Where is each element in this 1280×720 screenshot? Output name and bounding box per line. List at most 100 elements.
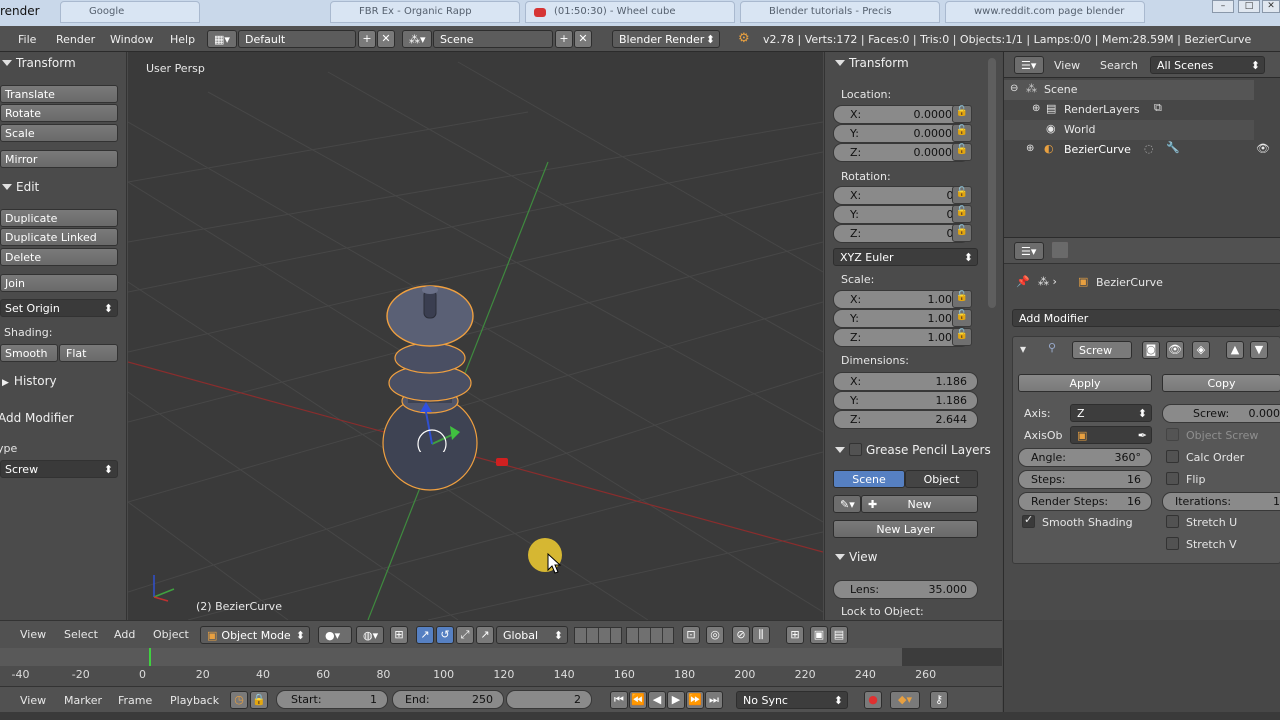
- stretch-u-checkbox[interactable]: [1166, 515, 1179, 528]
- lock-range-icon[interactable]: 🔒: [250, 691, 268, 709]
- menu-help[interactable]: Help: [170, 33, 195, 46]
- menu-marker[interactable]: Marker: [64, 694, 102, 707]
- minimize-icon[interactable]: –: [1212, 0, 1234, 13]
- remove-layout-icon[interactable]: ✕: [377, 30, 395, 48]
- new-layer-button[interactable]: New Layer: [833, 520, 978, 538]
- join-button[interactable]: Join: [0, 274, 118, 292]
- dimensions-x-field[interactable]: X: 1.186: [833, 372, 978, 391]
- snap-toggle-icon[interactable]: ⊘: [732, 626, 750, 644]
- start-frame-field[interactable]: Start: 1: [276, 690, 388, 709]
- material-icon[interactable]: ◌: [1144, 142, 1154, 155]
- render-animation-icon[interactable]: ▣: [810, 626, 828, 644]
- object-screw-checkbox[interactable]: [1166, 428, 1179, 441]
- close-icon[interactable]: ✕: [1262, 0, 1280, 13]
- jump-start-icon[interactable]: ⏮: [610, 691, 628, 709]
- menu-window[interactable]: Window: [110, 33, 153, 46]
- physics-tab-icon[interactable]: [1052, 242, 1068, 258]
- lock-icon[interactable]: 🔓: [952, 105, 972, 123]
- outliner-row[interactable]: ◉ World: [1004, 120, 1254, 140]
- browser-tab[interactable]: Google: [60, 1, 200, 23]
- smooth-button[interactable]: Smooth: [0, 344, 58, 362]
- apply-button[interactable]: Apply: [1018, 374, 1152, 392]
- scale-x-field[interactable]: X: 1.000: [833, 290, 970, 309]
- rotation-y-field[interactable]: Y:0°: [833, 205, 970, 224]
- transform-orientation-icon[interactable]: ↗: [476, 626, 494, 644]
- outliner-row[interactable]: ⊕ ▤ RenderLayers ⧉: [1004, 100, 1254, 120]
- scale-manipulator-icon[interactable]: ⤢: [456, 626, 474, 644]
- move-up-icon[interactable]: ▲: [1226, 341, 1244, 359]
- pivot-point-select[interactable]: ◍▾: [356, 626, 384, 644]
- translate-manipulator-icon[interactable]: ↗: [416, 626, 434, 644]
- prev-keyframe-icon[interactable]: ⏪: [629, 691, 647, 709]
- eye-icon[interactable]: 👁: [1256, 142, 1270, 155]
- mirror-button[interactable]: Mirror: [0, 150, 118, 168]
- add-modifier-select[interactable]: Add Modifier: [1012, 309, 1280, 327]
- collapse-triangle-icon[interactable]: ▾: [1020, 342, 1026, 356]
- editmode-toggle-icon[interactable]: ◈: [1192, 341, 1210, 359]
- scale-button[interactable]: Scale: [0, 124, 118, 142]
- add-modifier-panel-header[interactable]: Add Modifier: [0, 411, 74, 425]
- keying-set-icon[interactable]: ◆▾: [890, 691, 920, 709]
- chess-pawn-object[interactable]: [360, 278, 500, 498]
- rotation-x-field[interactable]: X:0°: [833, 186, 970, 205]
- view-panel-header[interactable]: View: [833, 550, 877, 564]
- jump-end-icon[interactable]: ⏭: [705, 691, 723, 709]
- add-scene-icon[interactable]: +: [555, 30, 573, 48]
- transform-panel-header[interactable]: Transform: [833, 56, 909, 70]
- modifier-type-select[interactable]: Screw ⬍: [0, 460, 118, 478]
- menu-object[interactable]: Object: [153, 628, 189, 641]
- render-steps-field[interactable]: Render Steps: 16: [1018, 492, 1152, 511]
- menu-add[interactable]: Add: [114, 628, 135, 641]
- manipulator-toggle-icon[interactable]: ⊞: [390, 626, 408, 644]
- pin-icon[interactable]: 📌: [1016, 275, 1030, 288]
- menu-select[interactable]: Select: [64, 628, 98, 641]
- screw-offset-field[interactable]: Screw: 0.000: [1162, 404, 1280, 423]
- menu-search[interactable]: Search: [1100, 59, 1138, 72]
- location-y-field[interactable]: Y: 0.00000: [833, 124, 970, 143]
- lock-icon[interactable]: 🔓: [952, 124, 972, 142]
- browser-tab[interactable]: Blender tutorials - Precis: [740, 1, 940, 23]
- menu-view[interactable]: View: [20, 694, 46, 707]
- steps-field[interactable]: Steps: 16: [1018, 470, 1152, 489]
- current-frame-field[interactable]: 2: [506, 690, 592, 709]
- flip-checkbox[interactable]: [1166, 472, 1179, 485]
- editor-type-icon[interactable]: ☰▾: [1014, 56, 1044, 74]
- camera-icon[interactable]: ▤: [830, 626, 848, 644]
- lock-icon[interactable]: 🔓: [952, 328, 972, 346]
- panel-scrollbar[interactable]: [988, 58, 996, 308]
- remove-scene-icon[interactable]: ✕: [574, 30, 592, 48]
- mode-select[interactable]: ▣ Object Mode ⬍: [200, 626, 310, 644]
- translate-button[interactable]: Translate: [0, 85, 118, 103]
- viewport-toggle-icon[interactable]: 👁: [1166, 341, 1184, 359]
- display-mode-select[interactable]: All Scenes ⬍: [1150, 56, 1265, 74]
- menu-render[interactable]: Render: [56, 33, 95, 46]
- layout-type-icon[interactable]: ▦▾: [207, 30, 237, 48]
- dimensions-y-field[interactable]: Y: 1.186: [833, 391, 978, 410]
- grease-pencil-panel-header[interactable]: Grease Pencil Layers: [833, 441, 991, 457]
- transform-manipulator[interactable]: [408, 392, 528, 452]
- render-engine-select[interactable]: Blender Render ⬍: [612, 30, 720, 48]
- modifier-name-field[interactable]: Screw: [1072, 341, 1132, 359]
- rotation-z-field[interactable]: Z:0°: [833, 224, 970, 243]
- record-icon[interactable]: ●: [864, 691, 882, 709]
- calc-order-checkbox[interactable]: [1166, 450, 1179, 463]
- insert-keyframe-icon[interactable]: ⚷: [930, 691, 948, 709]
- outliner-row[interactable]: ⊖ ⁂ Scene: [1004, 80, 1254, 100]
- editor-type-icon[interactable]: ☰▾: [1014, 242, 1044, 260]
- transform-panel-header[interactable]: Transform: [0, 56, 76, 70]
- location-x-field[interactable]: X: 0.00000: [833, 105, 970, 124]
- history-panel-header[interactable]: ▶ History: [0, 374, 57, 388]
- menu-playback[interactable]: Playback: [170, 694, 219, 707]
- menu-file[interactable]: File: [18, 33, 36, 46]
- flat-button[interactable]: Flat: [59, 344, 118, 362]
- tab-object[interactable]: Object: [905, 470, 978, 488]
- sync-mode-select[interactable]: No Sync ⬍: [736, 691, 848, 709]
- dimensions-z-field[interactable]: Z: 2.644: [833, 410, 978, 429]
- lock-icon[interactable]: 🔓: [952, 143, 972, 161]
- rotate-button[interactable]: Rotate: [0, 104, 118, 122]
- set-origin-select[interactable]: Set Origin ⬍: [0, 299, 118, 317]
- browser-tab[interactable]: www.reddit.com page blender: [945, 1, 1145, 23]
- add-layout-icon[interactable]: +: [358, 30, 376, 48]
- outliner-row[interactable]: ⊕ ◐ BezierCurve ◌ 🔧 👁: [1004, 140, 1280, 160]
- scene-layers-grid[interactable]: [574, 627, 622, 644]
